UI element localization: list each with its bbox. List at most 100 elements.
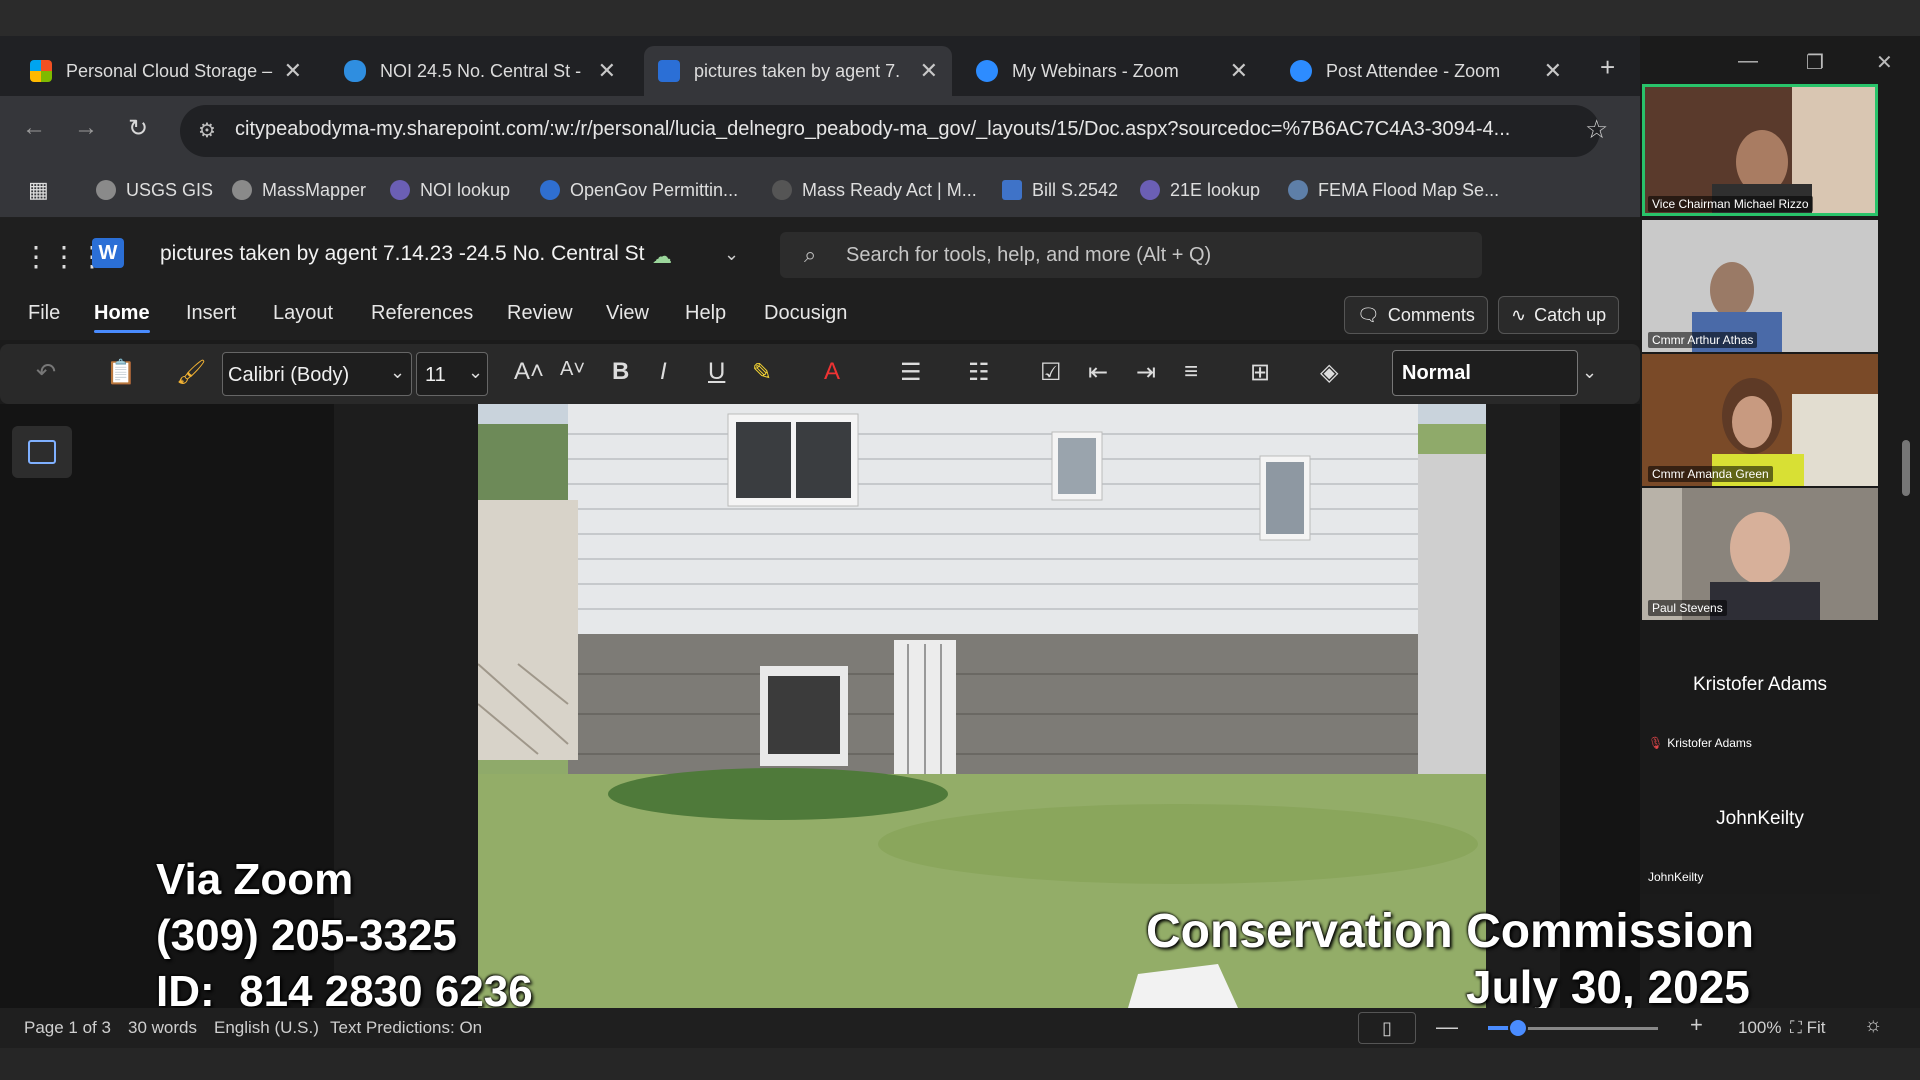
close-icon[interactable]: ✕: [1230, 58, 1248, 84]
chevron-down-icon[interactable]: ⌄: [390, 362, 405, 383]
fit-button[interactable]: ⛶ Fit: [1790, 1018, 1826, 1038]
scrollbar-thumb[interactable]: [1902, 440, 1910, 496]
format-painter-icon[interactable]: 🖌: [176, 358, 206, 387]
underline-icon[interactable]: U: [708, 358, 725, 386]
close-icon[interactable]: ✕: [284, 58, 302, 84]
checklist-icon[interactable]: ☑: [1040, 358, 1062, 387]
participant-name: Vice Chairman Michael Rizzo: [1648, 196, 1813, 212]
close-window-icon[interactable]: ✕: [1876, 50, 1893, 75]
window-top-strip: [0, 0, 1920, 36]
bookmark-massmapper[interactable]: MassMapper: [232, 175, 366, 205]
participant-name-tile[interactable]: JohnKeilty JohnKeilty: [1642, 758, 1878, 890]
close-icon[interactable]: ✕: [1544, 58, 1562, 84]
bullets-icon[interactable]: ☰: [900, 358, 922, 387]
bold-icon[interactable]: B: [612, 358, 629, 386]
italic-icon[interactable]: I: [660, 358, 667, 386]
site-settings-icon[interactable]: ⚙: [198, 118, 216, 143]
font-color-icon[interactable]: A: [824, 358, 840, 386]
shrink-font-icon[interactable]: A˅: [560, 358, 585, 381]
search-placeholder[interactable]: Search for tools, help, and more (Alt + …: [846, 244, 1211, 267]
tab-docusign[interactable]: Docusign: [764, 302, 847, 325]
catch-up-label: Catch up: [1534, 304, 1607, 325]
tab-post-attendee[interactable]: Post Attendee - Zoom ✕: [1276, 46, 1576, 96]
tab-review[interactable]: Review: [507, 302, 573, 325]
zoom-level[interactable]: 100%: [1738, 1018, 1781, 1038]
tab-noi[interactable]: NOI 24.5 No. Central St - ✕: [330, 46, 630, 96]
tab-help[interactable]: Help: [685, 302, 726, 325]
chevron-down-icon[interactable]: ⌄: [1582, 362, 1597, 383]
tab-references[interactable]: References: [371, 302, 473, 325]
grow-font-icon[interactable]: A˄: [514, 358, 544, 386]
document-title[interactable]: pictures taken by agent 7.14.23 -24.5 No…: [160, 242, 644, 266]
chevron-down-icon[interactable]: ⌄: [724, 244, 739, 265]
bookmark-21e[interactable]: 21E lookup: [1140, 175, 1260, 205]
word-count[interactable]: 30 words: [128, 1018, 197, 1038]
participant-name-tile[interactable]: Kristofer Adams 🎙 Kristofer Adams: [1642, 624, 1878, 756]
tab-title: NOI 24.5 No. Central St -: [380, 60, 582, 81]
zoom-slider-thumb[interactable]: [1507, 1018, 1528, 1038]
tab-personal-cloud-storage[interactable]: Personal Cloud Storage – ✕: [16, 46, 316, 96]
undo-icon[interactable]: ↶: [36, 358, 56, 387]
dial-in-overlay: Via Zoom (309) 205-3325 ID: 814 2830 623…: [156, 852, 533, 1020]
participant-name: Paul Stevens: [1648, 600, 1727, 616]
tab-my-webinars[interactable]: My Webinars - Zoom ✕: [962, 46, 1262, 96]
bookmark-noi-lookup[interactable]: NOI lookup: [390, 175, 510, 205]
bookmark-opengov[interactable]: OpenGov Permittin...: [540, 175, 738, 205]
borders-icon[interactable]: ⊞: [1250, 358, 1270, 387]
reload-icon[interactable]: ↻: [128, 114, 148, 143]
person-icon: [1002, 180, 1022, 200]
globe-icon: [96, 180, 116, 200]
bookmark-label: NOI lookup: [420, 179, 511, 200]
chevron-down-icon[interactable]: ⌄: [468, 362, 483, 383]
shield-icon: [390, 180, 410, 200]
tab-pictures-taken[interactable]: pictures taken by agent 7. ✕: [644, 46, 952, 96]
shading-icon[interactable]: ◈: [1320, 358, 1338, 387]
url-text[interactable]: citypeabodyma-my.sharepoint.com/:w:/r/pe…: [235, 118, 1575, 141]
catch-up-button[interactable]: ∿ Catch up: [1498, 296, 1620, 334]
style-value: Normal: [1402, 362, 1471, 384]
page-view-icon[interactable]: ▯: [1358, 1012, 1416, 1044]
participant-tile[interactable]: Cmmr Arthur Athas: [1642, 220, 1878, 352]
paste-icon[interactable]: 📋: [106, 358, 136, 387]
restore-icon[interactable]: ❐: [1806, 50, 1824, 75]
close-icon[interactable]: ✕: [598, 58, 616, 84]
align-icon[interactable]: ≡: [1184, 358, 1198, 386]
participant-tile[interactable]: Vice Chairman Michael Rizzo: [1642, 84, 1878, 216]
bookmark-mass-ready-act[interactable]: Mass Ready Act | M...: [772, 175, 977, 205]
forward-icon[interactable]: →: [74, 114, 98, 142]
language[interactable]: English (U.S.): [214, 1018, 319, 1038]
fit-label: Fit: [1806, 1018, 1826, 1037]
overlay-via-zoom: Via Zoom: [156, 855, 354, 904]
participant-tile[interactable]: Paul Stevens: [1642, 488, 1878, 620]
tab-layout[interactable]: Layout: [273, 302, 333, 325]
bookmark-star-icon[interactable]: ☆: [1585, 114, 1608, 145]
apps-grid-icon[interactable]: ▦: [28, 175, 49, 205]
close-icon[interactable]: ✕: [920, 58, 938, 84]
bookmark-fema[interactable]: FEMA Flood Map Se...: [1288, 175, 1499, 205]
tab-home[interactable]: Home: [94, 302, 150, 333]
zoom-in-icon[interactable]: +: [1690, 1012, 1703, 1038]
bookmark-usgs[interactable]: USGS GIS: [96, 175, 213, 205]
increase-indent-icon[interactable]: ⇥: [1136, 358, 1156, 387]
decrease-indent-icon[interactable]: ⇤: [1088, 358, 1108, 387]
search-icon: ⌕: [804, 242, 817, 267]
minimize-icon[interactable]: —: [1738, 50, 1758, 73]
text-predictions[interactable]: Text Predictions: On: [330, 1018, 482, 1038]
comments-button[interactable]: 🗨 Comments: [1344, 296, 1488, 334]
back-icon[interactable]: ←: [22, 114, 46, 142]
page-count[interactable]: Page 1 of 3: [24, 1018, 111, 1038]
bookmark-bill[interactable]: Bill S.2542: [1002, 175, 1118, 205]
new-tab-icon[interactable]: +: [1600, 52, 1615, 83]
numbering-icon[interactable]: ☷: [968, 358, 990, 387]
brightness-icon[interactable]: ☼: [1864, 1014, 1882, 1037]
participant-tile[interactable]: Cmmr Amanda Green: [1642, 354, 1878, 486]
tab-file[interactable]: File: [28, 302, 60, 325]
comment-icon: 🗨: [1357, 304, 1380, 325]
highlight-icon[interactable]: ✎: [752, 358, 772, 387]
zoom-icon: [976, 60, 998, 82]
tab-insert[interactable]: Insert: [186, 302, 236, 325]
zoom-out-icon[interactable]: —: [1436, 1014, 1458, 1040]
tab-view[interactable]: View: [606, 302, 649, 325]
globe-icon: [232, 180, 252, 200]
cloud-saved-icon[interactable]: ☁: [652, 244, 672, 269]
